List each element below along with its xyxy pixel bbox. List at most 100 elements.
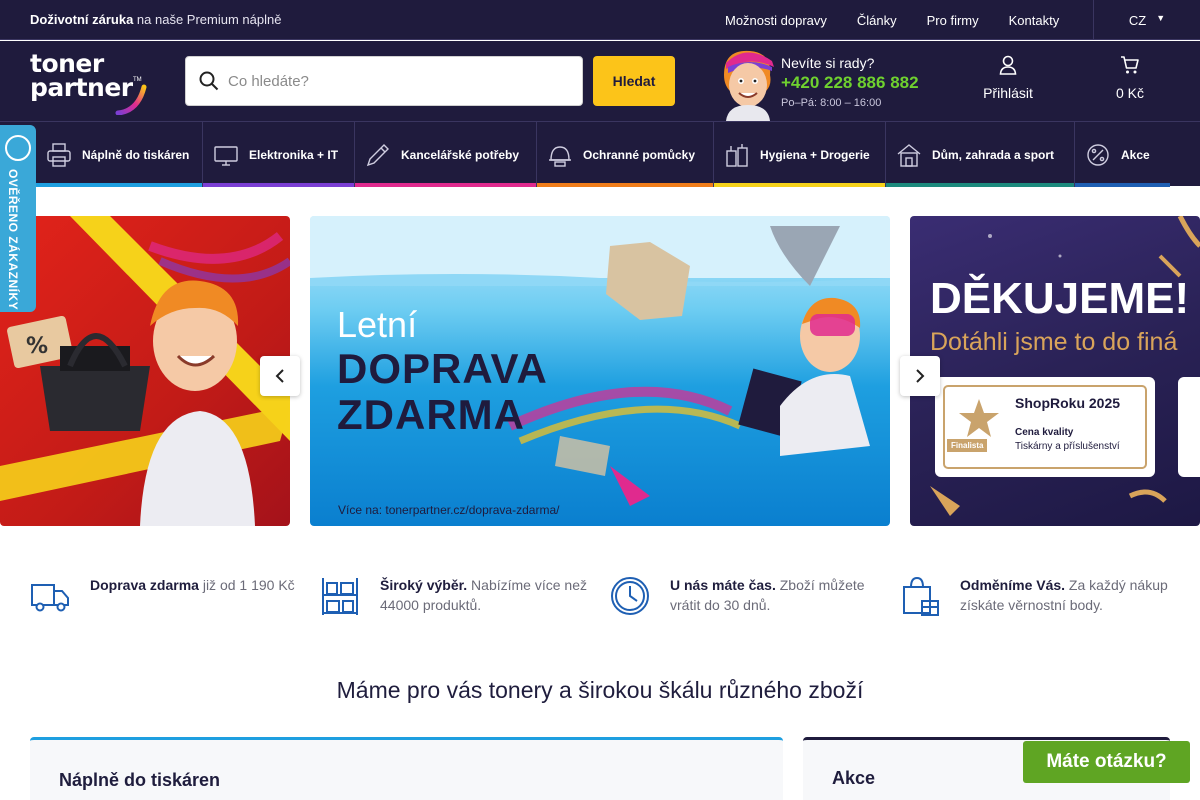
- usp-text: Široký výběr. Nabízíme více než 44000 pr…: [380, 575, 590, 617]
- usp-text: Doprava zdarma již od 1 190 Kč: [90, 575, 300, 617]
- category-color-bar: [36, 183, 202, 187]
- gift-bag-icon: [903, 576, 939, 616]
- award-card-partial: [1178, 377, 1200, 477]
- category-label: Hygiena + Drogerie: [760, 147, 870, 162]
- help-hours: Po–Pá: 8:00 – 16:00: [781, 97, 882, 109]
- svg-text:%: %: [26, 334, 48, 359]
- banner-line-doprava: DOPRAVA: [337, 345, 548, 392]
- link-articles[interactable]: Články: [857, 13, 897, 28]
- search-icon: [199, 71, 219, 91]
- help-question: Nevíte si rady?: [781, 55, 875, 71]
- clock-icon: [611, 577, 649, 615]
- category-label: Kancelářské potřeby: [401, 147, 520, 162]
- search-box: [185, 56, 583, 106]
- sale-banner-illustration: %: [0, 216, 290, 526]
- award-name: ShopRoku 2025: [1015, 395, 1121, 411]
- monitor-icon: [213, 142, 239, 168]
- search-input[interactable]: [228, 69, 568, 93]
- usp-text: U nás máte čas. Zboží můžete vrátit do 3…: [670, 575, 880, 617]
- percent-badge-icon: [1085, 142, 1111, 168]
- promo-bold: Doživotní záruka: [30, 12, 134, 27]
- category-color-bar: [886, 183, 1074, 187]
- category-home-garden[interactable]: Dům, zahrada a sport: [886, 122, 1075, 187]
- cart-button[interactable]: 0 Kč: [1095, 55, 1165, 101]
- top-bar: Doživotní záruka na naše Premium náplně …: [0, 0, 1200, 40]
- banner-more-link[interactable]: Více na: tonerpartner.cz/doprava-zdarma/: [338, 503, 559, 517]
- verified-customers-tab[interactable]: OVĚŘENO ZÁKAZNÍKY: [0, 125, 36, 312]
- search-button[interactable]: Hledat: [593, 56, 675, 106]
- house-icon: [896, 142, 922, 168]
- help-phone[interactable]: +420 228 886 882: [781, 73, 919, 93]
- banner-thank-you[interactable]: DĚKUJEME! Dotáhli jsme to do finá Finali…: [910, 216, 1200, 526]
- drogerie-icon: [724, 142, 750, 168]
- banner-free-shipping[interactable]: Letní DOPRAVA ZDARMA Více na: tonerpartn…: [310, 216, 890, 526]
- link-shipping-options[interactable]: Možnosti dopravy: [725, 13, 827, 28]
- usp-text: Odměníme Vás. Za každý nákup získáte věr…: [960, 575, 1170, 617]
- chat-button[interactable]: Máte otázku?: [1023, 741, 1190, 783]
- usp-bold: Odměníme Vás.: [960, 577, 1066, 593]
- usp-bold: Doprava zdarma: [90, 577, 199, 593]
- category-nav: Náplně do tiskáren Elektronika + IT Kanc…: [0, 121, 1200, 187]
- promo-text[interactable]: Doživotní záruka na naše Premium náplně: [30, 12, 281, 27]
- shelf-icon: [322, 578, 358, 615]
- category-label: Ochranné pomůcky: [583, 147, 696, 162]
- carousel-next-button[interactable]: [900, 356, 940, 396]
- category-electronics[interactable]: Elektronika + IT: [203, 122, 355, 187]
- card-title: Akce: [832, 768, 876, 788]
- main-header: toner partner TM Hledat Nevíte si rady? …: [0, 41, 1200, 121]
- banner-line-zdarma: ZDARMA: [337, 391, 525, 438]
- usp-wide-selection: Široký výběr. Nabízíme více než 44000 pr…: [320, 575, 590, 617]
- login-button[interactable]: Přihlásit: [968, 55, 1048, 101]
- category-color-bar: [203, 183, 354, 187]
- advisor-avatar: [724, 50, 774, 121]
- banner-thanks-title: DĚKUJEME!: [930, 274, 1190, 323]
- pen-icon: [365, 142, 391, 168]
- logo-swoosh-icon: [115, 84, 147, 115]
- card-printer-refills[interactable]: Náplně do tiskáren: [30, 737, 783, 800]
- promo-rest: na naše Premium náplně: [133, 12, 282, 27]
- chevron-left-icon: [275, 369, 284, 383]
- confetti-decoration: [930, 216, 1200, 516]
- link-for-business[interactable]: Pro firmy: [927, 13, 979, 28]
- language-selector[interactable]: CZ ▼: [1093, 0, 1200, 40]
- category-protective-equipment[interactable]: Ochranné pomůcky: [537, 122, 714, 187]
- award-star-icon: [959, 399, 999, 437]
- link-contacts[interactable]: Kontakty: [1009, 13, 1060, 28]
- usp-free-shipping: Doprava zdarma již od 1 190 Kč: [30, 575, 300, 617]
- category-label: Akce: [1121, 147, 1150, 162]
- top-links: Možnosti dopravy Články Pro firmy Kontak…: [710, 0, 1074, 40]
- user-icon: [999, 55, 1017, 75]
- language-label: CZ: [1128, 12, 1147, 28]
- chevron-right-icon: [916, 369, 925, 383]
- printer-icon: [46, 142, 72, 168]
- login-label: Přihlásit: [983, 85, 1033, 101]
- cart-total: 0 Kč: [1115, 85, 1144, 101]
- category-label: Náplně do tiskáren: [82, 147, 190, 162]
- truck-icon: [31, 584, 69, 612]
- category-label: Elektronika + IT: [249, 147, 339, 162]
- usp-returns: U nás máte čas. Zboží můžete vrátit do 3…: [610, 575, 880, 617]
- award-badge: Finalista: [947, 439, 988, 452]
- verified-label: OVĚŘENO ZÁKAZNÍKY: [6, 169, 20, 311]
- card-title: Náplně do tiskáren: [59, 770, 221, 790]
- category-color-bar: [355, 183, 536, 187]
- shoproku-award: Finalista ShopRoku 2025 Cena kvality Tis…: [935, 377, 1155, 477]
- cart-icon: [1121, 56, 1139, 74]
- award-segment: Tiskárny a příslušenství: [1015, 441, 1120, 452]
- category-sale[interactable]: Akce: [1075, 122, 1170, 187]
- usp-rest: již od 1 190 Kč: [198, 577, 295, 593]
- banner-sale[interactable]: %: [0, 216, 290, 526]
- usp-bold: U nás máte čas.: [670, 577, 776, 593]
- category-office-supplies[interactable]: Kancelářské potřeby: [355, 122, 537, 187]
- chevron-down-icon: ▼: [1156, 13, 1166, 23]
- helmet-icon: [547, 142, 573, 168]
- category-hygiene[interactable]: Hygiena + Drogerie: [714, 122, 886, 187]
- category-label: Dům, zahrada a sport: [932, 147, 1055, 162]
- category-printer-refills[interactable]: Náplně do tiskáren: [36, 122, 203, 187]
- banner-heading-free-shipping: DOPRAVA ZDARMA: [337, 346, 548, 438]
- help-contact: Nevíte si rady? +420 228 886 882 Po–Pá: …: [781, 55, 919, 109]
- banner-heading-summer: Letní: [337, 304, 418, 345]
- logo[interactable]: toner partner TM: [30, 49, 160, 115]
- carousel-prev-button[interactable]: [260, 356, 300, 396]
- verified-seal-icon: [5, 135, 31, 161]
